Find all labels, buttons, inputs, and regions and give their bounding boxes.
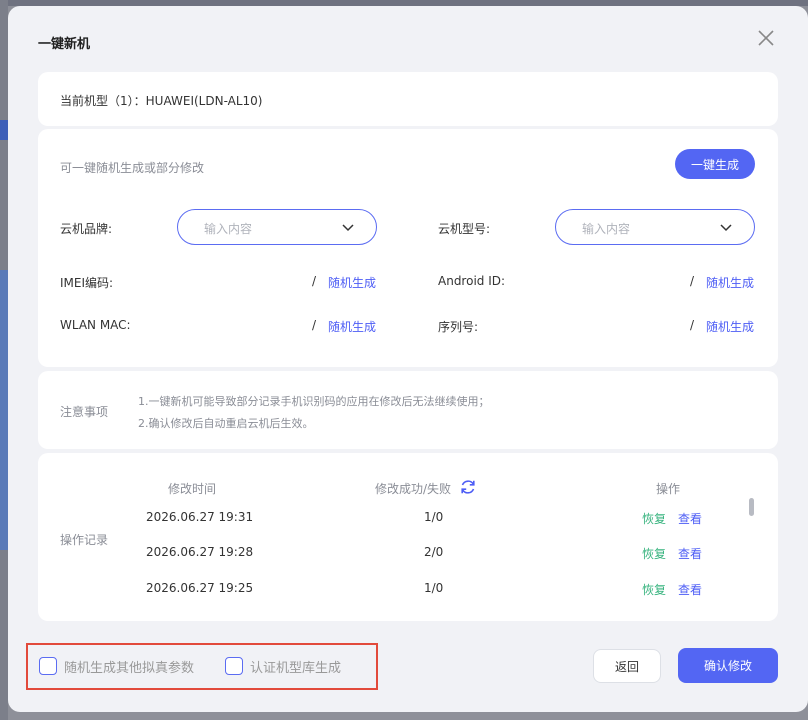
imei-random-link[interactable]: 随机生成 (328, 274, 376, 291)
wlan-value: / (312, 318, 317, 332)
model-select[interactable]: 输入内容 (555, 209, 755, 245)
imei-label: IMEI编码: (60, 276, 114, 290)
view-link[interactable]: 查看 (678, 545, 702, 562)
row-result: 2/0 (424, 545, 444, 559)
certified-model-label[interactable]: 认证机型库生成 (250, 657, 341, 676)
view-link[interactable]: 查看 (678, 581, 702, 598)
certified-model-checkbox[interactable] (225, 657, 243, 675)
random-params-label[interactable]: 随机生成其他拟真参数 (64, 657, 194, 676)
android-id-value: / (690, 274, 695, 288)
view-link[interactable]: 查看 (678, 510, 702, 527)
model-label: 云机型号: (438, 222, 491, 236)
chevron-down-icon (342, 224, 354, 232)
records-scrollbar[interactable] (749, 498, 754, 516)
chevron-down-icon (720, 224, 732, 232)
col-header-result: 修改成功/失败 (375, 482, 452, 496)
background-app-left (0, 0, 8, 720)
back-button[interactable]: 返回 (593, 649, 661, 683)
brand-label: 云机品牌: (60, 222, 113, 236)
generate-hint: 可一键随机生成或部分修改 (60, 161, 205, 175)
brand-placeholder: 输入内容 (204, 222, 253, 236)
current-model-text: 当前机型（1）：HUAWEI(LDN-AL10) (60, 94, 263, 108)
records-label: 操作记录 (60, 533, 109, 547)
notice-line-1: 1.一键新机可能导致部分记录手机识别码的应用在修改后无法继续使用； (138, 395, 490, 408)
generate-card: 可一键随机生成或部分修改 一键生成 云机品牌: 输入内容 云机型号: 输入内容 … (38, 129, 778, 367)
imei-value: / (312, 274, 317, 288)
restore-link[interactable]: 恢复 (642, 510, 666, 527)
row-result: 1/0 (424, 510, 444, 524)
notice-card: 注意事项 1.一键新机可能导致部分记录手机识别码的应用在修改后无法继续使用； 2… (38, 371, 778, 449)
one-click-generate-button[interactable]: 一键生成 (675, 149, 755, 179)
restore-link[interactable]: 恢复 (642, 581, 666, 598)
serial-label: 序列号: (438, 320, 479, 334)
model-placeholder: 输入内容 (582, 222, 631, 236)
brand-select[interactable]: 输入内容 (177, 209, 377, 245)
col-header-time: 修改时间 (168, 482, 217, 496)
row-time: 2026.06.27 19:25 (146, 581, 254, 595)
android-id-label: Android ID: (438, 274, 506, 288)
col-header-action: 操作 (656, 482, 681, 496)
notice-label: 注意事项 (60, 405, 109, 419)
android-id-random-link[interactable]: 随机生成 (706, 274, 754, 291)
new-device-dialog: 一键新机 当前机型（1）：HUAWEI(LDN-AL10) 可一键随机生成或部分… (8, 6, 808, 712)
refresh-icon[interactable] (459, 478, 477, 496)
serial-value: / (690, 318, 695, 332)
records-card: 操作记录 修改时间 修改成功/失败 操作 2026.06.27 19:31 1/… (38, 453, 778, 621)
restore-link[interactable]: 恢复 (642, 545, 666, 562)
row-time: 2026.06.27 19:28 (146, 545, 254, 559)
dialog-title: 一键新机 (38, 37, 91, 52)
row-result: 1/0 (424, 581, 444, 595)
notice-line-2: 2.确认修改后自动重启云机后生效。 (138, 417, 314, 430)
confirm-button[interactable]: 确认修改 (678, 648, 778, 683)
serial-random-link[interactable]: 随机生成 (706, 318, 754, 335)
wlan-label: WLAN MAC: (60, 318, 131, 332)
random-params-checkbox[interactable] (39, 657, 57, 675)
current-model-card: 当前机型（1）：HUAWEI(LDN-AL10) (38, 72, 778, 126)
row-time: 2026.06.27 19:31 (146, 510, 254, 524)
close-icon[interactable] (756, 28, 776, 48)
wlan-random-link[interactable]: 随机生成 (328, 318, 376, 335)
